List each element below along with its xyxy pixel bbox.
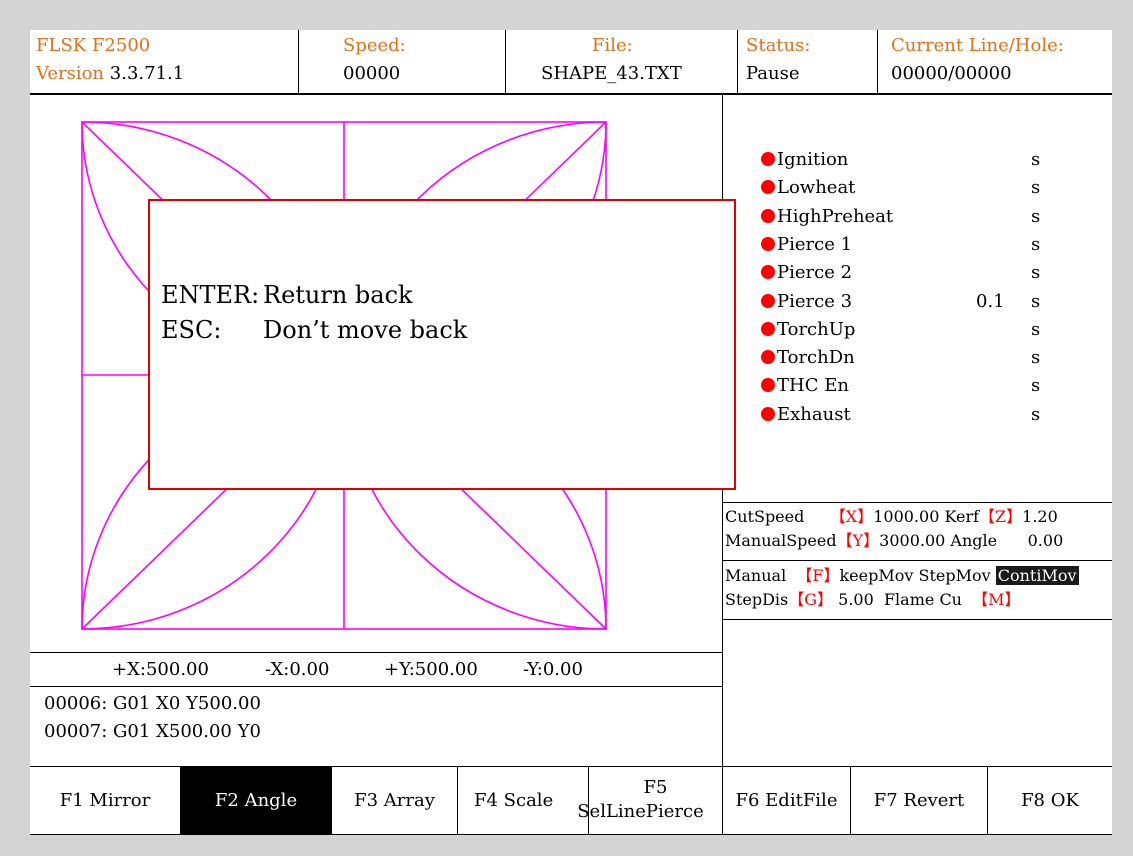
step-dis-label: StepDis: [725, 590, 789, 609]
cut-speed-label: CutSpeed: [725, 507, 805, 526]
gcode-line: 00006: G01 X0 Y500.00: [44, 693, 261, 714]
f3-array-button[interactable]: F3 Array: [332, 766, 457, 834]
f5-key-label: F5: [643, 777, 668, 798]
kerf-value[interactable]: 1.20: [1022, 507, 1058, 526]
status-dot-icon: [761, 294, 775, 308]
status-dot-icon: [761, 322, 775, 336]
key-g-hint: 【G】: [788, 590, 834, 609]
status-dot-icon: [761, 350, 775, 364]
angle-label: Angle: [950, 531, 998, 550]
f1-mirror-button[interactable]: F1 Mirror: [30, 766, 180, 834]
status-dot-icon: [761, 407, 775, 421]
manual-label: Manual: [725, 566, 787, 585]
cut-speed-row: CutSpeed 【X】1000.00 Kerf【Z】1.20: [725, 507, 1058, 527]
angle-value[interactable]: 0.00: [1028, 531, 1064, 550]
f6-edit-file-button[interactable]: F6 EditFile: [723, 766, 850, 834]
step-dis-value[interactable]: 5.00: [838, 590, 874, 609]
f8-ok-button[interactable]: F8 OK: [988, 766, 1112, 834]
step-dis-row: StepDis【G】 5.00 Flame Cu 【M】: [725, 590, 1021, 610]
kerf-label: Kerf: [944, 507, 980, 526]
io-list: Ignition s Lowheat s HighPreheat s Pierce 1…: [761, 149, 1081, 439]
key-f-hint: 【F】: [796, 566, 840, 585]
f4-scale-button[interactable]: F4 Scale: [458, 766, 588, 834]
keep-mov-option[interactable]: keepMov: [839, 566, 913, 585]
key-x-hint: 【X】: [829, 507, 874, 526]
dialog-esc-text: Don’t move back: [263, 316, 468, 344]
step-mov-option[interactable]: StepMov: [919, 566, 991, 585]
key-z-hint: 【Z】: [979, 507, 1023, 526]
key-y-hint: 【Y】: [836, 531, 880, 550]
gcode-line: 00007: G01 X500.00 Y0: [44, 721, 261, 742]
f5-action-label: SelLinePierce: [577, 801, 704, 822]
dialog-esc-key[interactable]: ESC:: [161, 315, 221, 345]
limit-plus-x: +X:500.00: [112, 659, 209, 680]
manual-speed-label: ManualSpeed: [725, 531, 837, 550]
cut-speed-value[interactable]: 1000.00: [873, 507, 939, 526]
key-m-hint: 【M】: [972, 590, 1021, 609]
dialog-enter-key[interactable]: ENTER:: [161, 280, 259, 310]
flame-label: Flame Cu: [883, 590, 962, 609]
manual-speed-row: ManualSpeed【Y】3000.00 Angle 0.00: [725, 531, 1063, 551]
status-dot-icon: [761, 378, 775, 392]
conti-mov-option[interactable]: ContiMov: [995, 566, 1079, 585]
manual-speed-value[interactable]: 3000.00: [879, 531, 945, 550]
limit-plus-y: +Y:500.00: [384, 659, 478, 680]
limit-minus-y: -Y:0.00: [523, 659, 583, 680]
return-dialog: ENTER: Return back ESC: Don’t move back: [148, 199, 736, 490]
f7-revert-button[interactable]: F7 Revert: [851, 766, 987, 834]
f2-angle-button[interactable]: F2 Angle: [181, 766, 331, 834]
status-dot-icon: [761, 209, 775, 223]
status-dot-icon: [761, 180, 775, 194]
status-dot-icon: [761, 237, 775, 251]
dialog-enter-text: Return back: [263, 281, 413, 309]
status-dot-icon: [761, 152, 775, 166]
status-dot-icon: [761, 265, 775, 279]
f5-sel-line-pierce-button[interactable]: F5 SelLinePierce: [577, 766, 722, 834]
limit-minus-x: -X:0.00: [265, 659, 330, 680]
manual-mode-row: Manual 【F】keepMov StepMov ContiMov: [725, 566, 1079, 586]
